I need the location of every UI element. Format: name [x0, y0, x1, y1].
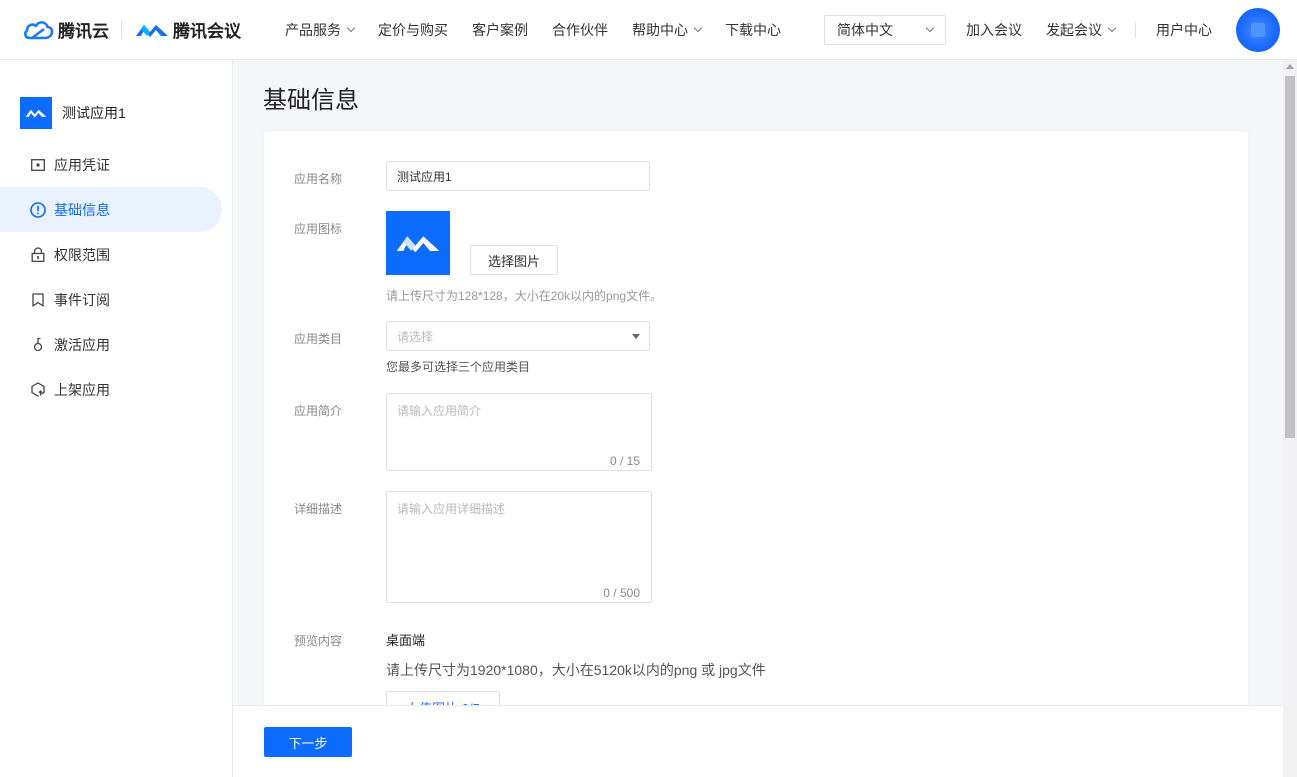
sidebar-item-label: 基础信息: [54, 201, 110, 218]
sidebar-item-credentials[interactable]: 应用凭证: [0, 142, 222, 187]
nav-label: 帮助中心: [632, 21, 688, 38]
preview-desktop-title: 桌面端: [386, 633, 426, 648]
sidebar-item-label: 激活应用: [54, 336, 110, 353]
main-nav: 产品服务 定价与购买 客户案例 合作伙伴 帮助中心 下载中心: [285, 0, 805, 60]
avatar[interactable]: [1236, 8, 1280, 52]
intro-label: 应用简介: [294, 404, 343, 418]
brand-cloud-text: 腾讯云: [58, 22, 109, 41]
chevron-down-icon: [346, 23, 356, 32]
meeting-logo-icon: [136, 24, 168, 37]
join-meeting-label: 加入会议: [966, 22, 1022, 38]
preview-label: 预览内容: [294, 634, 343, 648]
nav-pricing[interactable]: 定价与购买: [378, 20, 448, 40]
next-step-button[interactable]: 下一步: [264, 727, 352, 757]
intro-counter: 0 / 15: [609, 454, 640, 468]
category-select[interactable]: 请选择: [386, 321, 650, 351]
publish-icon: [30, 382, 46, 398]
select-image-button[interactable]: 选择图片: [470, 245, 558, 275]
caret-down-icon: [632, 334, 640, 339]
detail-counter: 0 / 500: [603, 586, 640, 600]
scrollbar-thumb[interactable]: [1285, 76, 1295, 438]
category-placeholder: 请选择: [397, 329, 434, 344]
meeting-logo-icon: [25, 109, 47, 118]
user-center-label: 用户中心: [1156, 22, 1212, 38]
brand[interactable]: 腾讯云 腾讯会议: [22, 0, 241, 60]
detail-placeholder: 请输入应用详细描述: [397, 502, 506, 516]
app-name-label: 应用名称: [294, 172, 343, 186]
sidebar-item-events[interactable]: 事件订阅: [0, 277, 222, 322]
sidebar-item-label: 上架应用: [54, 381, 110, 398]
top-header: 腾讯云 腾讯会议 产品服务 定价与购买 客户案例 合作伙伴 帮助中心 下载中心 …: [0, 0, 1297, 60]
app-name-input[interactable]: 测试应用1: [386, 161, 650, 191]
user-center-link[interactable]: 用户中心: [1156, 20, 1212, 40]
credential-icon: [30, 157, 46, 173]
page-title: 基础信息: [263, 87, 359, 114]
scroll-up-arrow-icon[interactable]: [1286, 64, 1294, 69]
brand-meeting-text: 腾讯会议: [173, 22, 241, 41]
sidebar-menu: 应用凭证 基础信息 权限范围 事件订阅 激活应用 上架应用: [0, 142, 232, 412]
start-meeting-label: 发起会议: [1046, 22, 1102, 38]
detail-textarea[interactable]: 请输入应用详细描述 0 / 500: [386, 491, 652, 603]
sidebar-item-permissions[interactable]: 权限范围: [0, 232, 222, 277]
bookmark-icon: [30, 292, 46, 308]
detail-label: 详细描述: [294, 502, 343, 516]
nav-cases[interactable]: 客户案例: [472, 20, 528, 40]
start-meeting-link[interactable]: 发起会议: [1046, 20, 1117, 40]
sidebar: 测试应用1 应用凭证 基础信息 权限范围 事件订阅 激活应用 上架应用: [0, 60, 233, 777]
intro-placeholder: 请输入应用简介: [397, 404, 482, 418]
nav-partners[interactable]: 合作伙伴: [552, 20, 608, 40]
tencent-meeting-logo[interactable]: 腾讯会议: [135, 17, 241, 42]
chevron-down-icon: [1107, 23, 1117, 33]
brand-divider: [121, 20, 122, 39]
nav-label: 客户案例: [472, 21, 528, 38]
header-divider: [1135, 22, 1136, 38]
app-header: 测试应用1: [0, 60, 232, 142]
nav-download[interactable]: 下载中心: [725, 20, 781, 40]
app-icon-label: 应用图标: [294, 222, 343, 236]
app-icon-preview: [386, 211, 450, 275]
nav-label: 定价与购买: [378, 21, 448, 38]
app-logo: [20, 97, 52, 129]
form-card: 应用名称 测试应用1 应用图标 选择图片 请上传尺寸为128*128，大小在20…: [264, 131, 1248, 777]
join-meeting-link[interactable]: 加入会议: [966, 20, 1022, 40]
category-hint: 您最多可选择三个应用类目: [386, 360, 531, 374]
category-label: 应用类目: [294, 332, 343, 346]
preview-hint: 请上传尺寸为1920*1080，大小在5120k以内的png 或 jpg文件: [386, 662, 766, 678]
intro-textarea[interactable]: 请输入应用简介 0 / 15: [386, 393, 652, 471]
nav-label: 产品服务: [285, 21, 341, 38]
nav-products[interactable]: 产品服务: [285, 20, 356, 40]
nav-label: 合作伙伴: [552, 21, 608, 38]
nav-help[interactable]: 帮助中心: [632, 20, 703, 40]
chevron-down-icon: [693, 23, 703, 32]
info-icon: [30, 201, 46, 218]
meeting-logo-icon: [396, 236, 440, 253]
activate-icon: [30, 337, 46, 353]
sidebar-item-label: 事件订阅: [54, 291, 110, 308]
lock-icon: [30, 247, 46, 263]
footer-action-bar: 下一步: [233, 705, 1297, 777]
header-right: 简体中文 加入会议 发起会议 用户中心: [824, 0, 1297, 60]
sidebar-item-basic-info[interactable]: 基础信息: [0, 187, 222, 232]
sidebar-item-label: 应用凭证: [54, 156, 110, 173]
language-value: 简体中文: [837, 22, 893, 38]
chevron-down-icon: [925, 23, 935, 33]
sidebar-item-activate[interactable]: 激活应用: [0, 322, 222, 367]
sidebar-item-label: 权限范围: [54, 246, 110, 263]
sidebar-item-publish[interactable]: 上架应用: [0, 367, 222, 412]
cloud-logo-icon: [24, 20, 54, 39]
nav-label: 下载中心: [725, 21, 781, 38]
icon-hint: 请上传尺寸为128*128，大小在20k以内的png文件。: [386, 289, 663, 303]
language-select[interactable]: 简体中文: [824, 15, 946, 45]
tencent-cloud-logo[interactable]: 腾讯云: [22, 17, 109, 42]
app-name: 测试应用1: [62, 105, 126, 121]
page-scrollbar[interactable]: [1283, 60, 1297, 777]
